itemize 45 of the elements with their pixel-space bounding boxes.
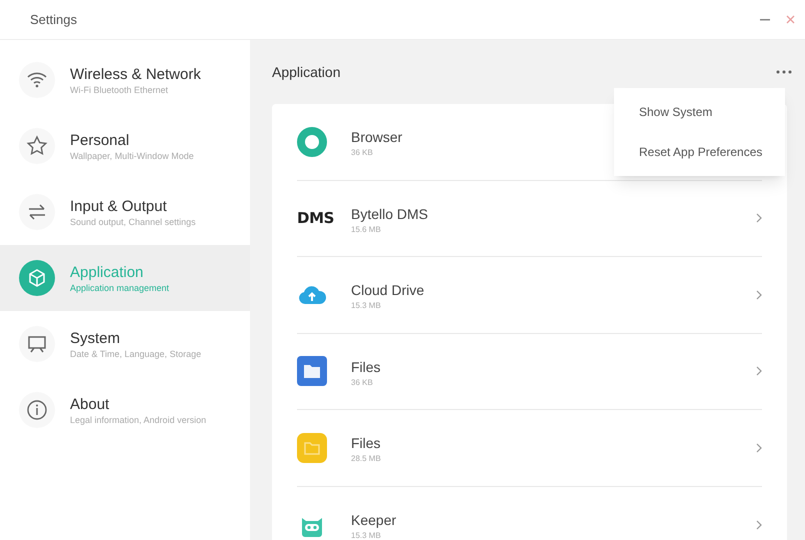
item-label: Personal (70, 130, 130, 150)
chevron-right-icon (756, 520, 762, 530)
item-description: Wi-Fi Bluetooth Ethernet (70, 84, 170, 96)
more-icon[interactable] (776, 70, 792, 74)
app-size: 15.3 MB (351, 300, 381, 312)
chevron-right-icon (756, 290, 762, 300)
folder-icon (297, 356, 327, 386)
app-name: Keeper (351, 511, 396, 530)
app-size: 28.5 MB (351, 453, 381, 466)
app-size: 15.6 MB (351, 224, 381, 236)
star-icon (25, 134, 49, 158)
close-icon[interactable] (786, 15, 795, 24)
app-row[interactable]: DMS Bytello DMS 15.6 MB (297, 180, 762, 257)
app-name: Files (351, 434, 381, 452)
item-label: Application (70, 262, 144, 282)
info-icon (25, 398, 49, 422)
item-description: Application management (70, 282, 170, 294)
item-label: System (70, 328, 122, 348)
item-description: Sound output, Channel settings (70, 216, 196, 228)
app-size: 36 KB (351, 376, 373, 389)
app-row[interactable]: Files 28.5 MB (297, 410, 762, 486)
folder-icon (297, 432, 327, 463)
window-title: Settings (30, 10, 77, 29)
chevron-right-icon (756, 366, 762, 376)
app-name: Browser (351, 128, 402, 146)
app-row[interactable]: Files 36 KB (297, 334, 762, 410)
chevron-right-icon (756, 213, 762, 224)
item-label: About (70, 394, 110, 414)
ring-icon (297, 126, 327, 157)
app-logo-text: DMS (297, 208, 334, 229)
minimize-icon[interactable] (760, 18, 770, 20)
app-row[interactable]: Keeper 15.3 MB (297, 486, 762, 540)
app-size: 15.3 MB (351, 530, 381, 540)
app-name: Files (351, 358, 381, 376)
item-description: Wallpaper, Multi-Window Mode (70, 150, 194, 162)
app-size: 36 KB (351, 147, 373, 160)
item-label: Input & Output (70, 196, 168, 216)
app-row[interactable]: Cloud Drive 15.3 MB (297, 257, 762, 334)
app-name: Cloud Drive (351, 281, 424, 300)
app-name: Bytello DMS (351, 204, 428, 223)
item-label: Wireless & Network (70, 64, 201, 84)
chevron-right-icon (756, 442, 762, 453)
item-description: Date & Time, Language, Storage (70, 348, 202, 360)
page-title: Application (272, 62, 340, 82)
item-description: Legal information, Android version (70, 414, 206, 426)
